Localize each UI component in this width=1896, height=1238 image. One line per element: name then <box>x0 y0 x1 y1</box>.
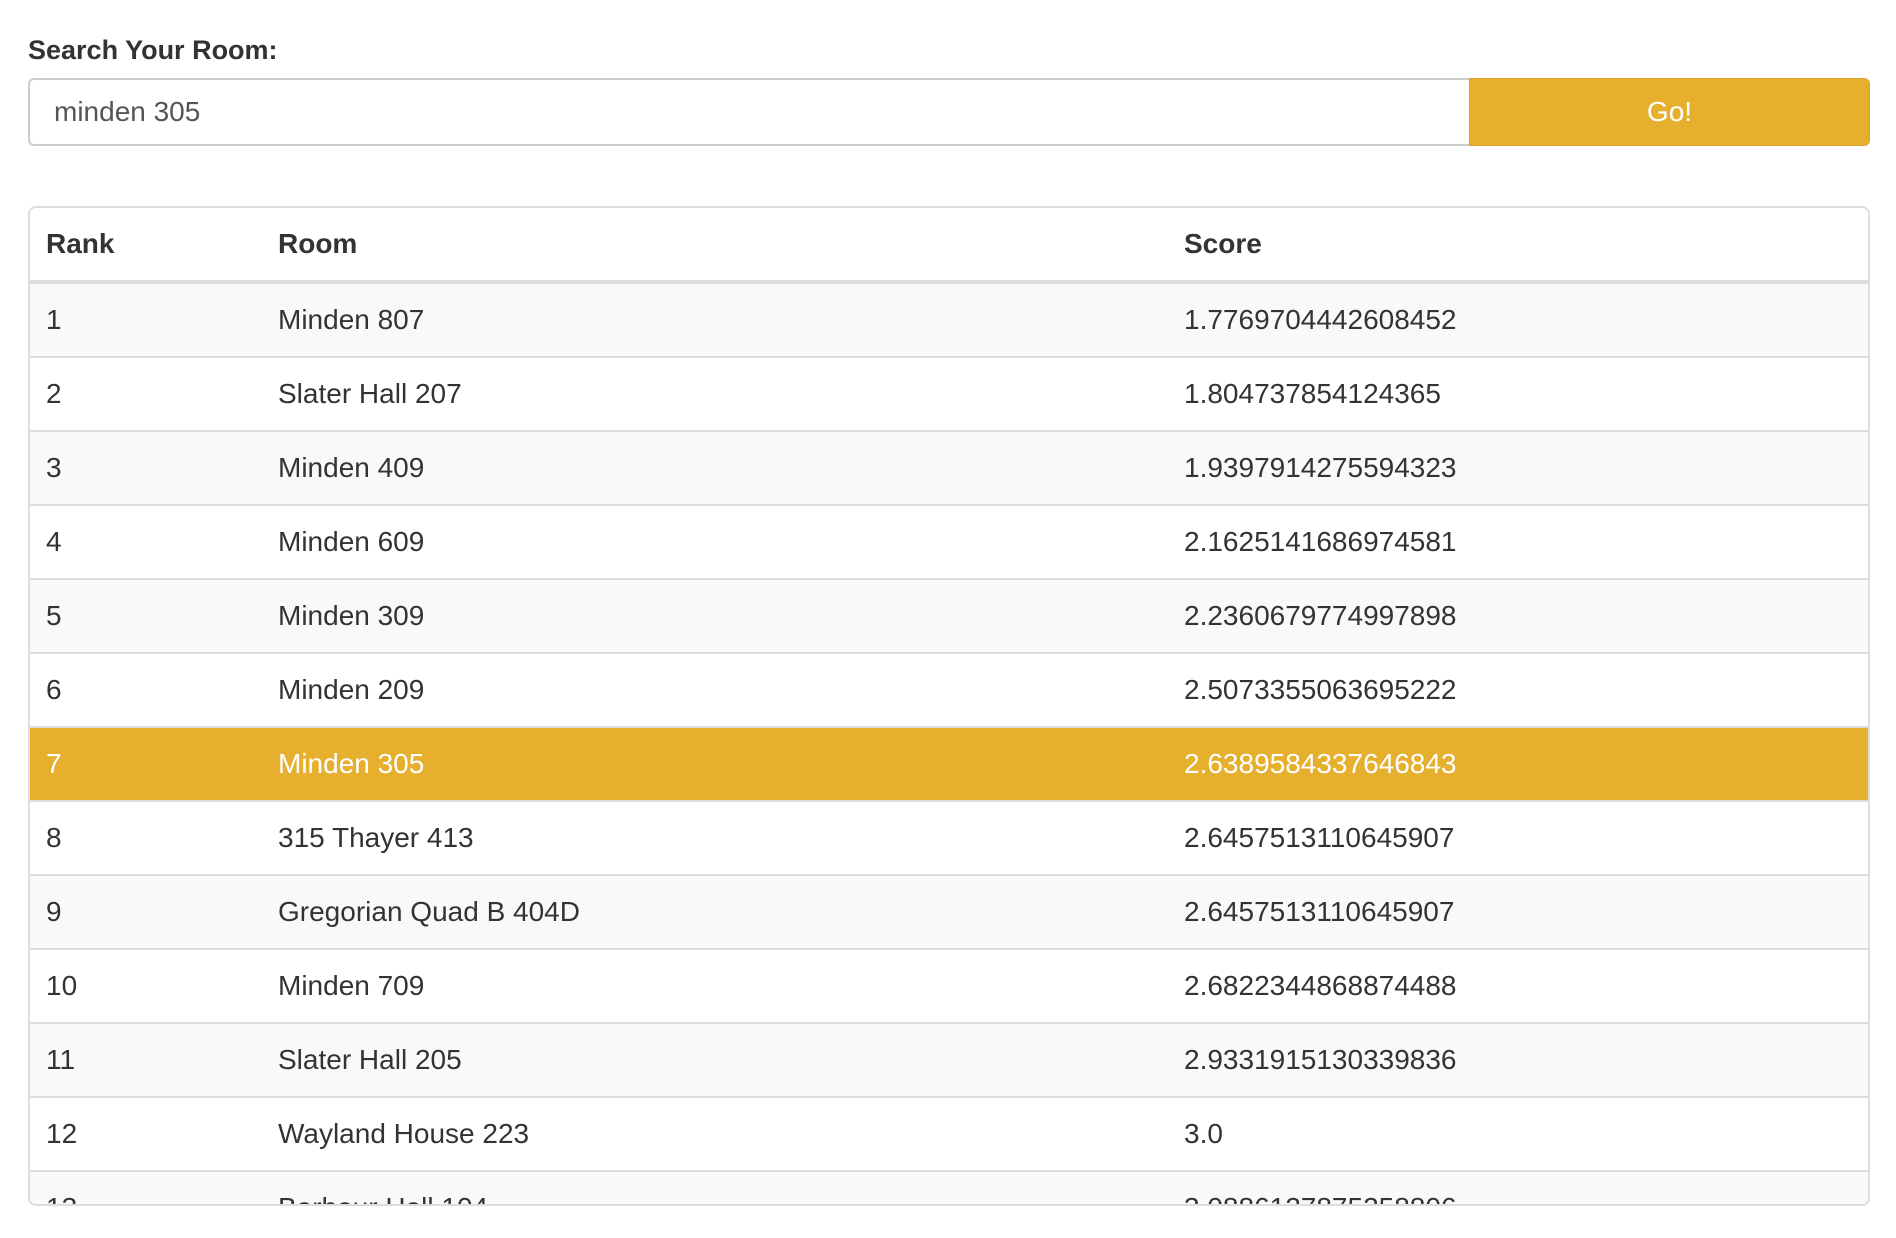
score-cell: 1.804737854124365 <box>1168 356 1868 431</box>
rank-cell: 12 <box>30 1096 262 1171</box>
results-table: Rank Room Score 1 Minden 807 1.77697044426… <box>30 208 1868 1204</box>
score-cell: 2.5073355063695222 <box>1168 652 1868 727</box>
table-row-highlighted[interactable]: 7 Minden 305 2.6389584337646843 <box>30 726 1868 801</box>
room-cell: Barbour Hall 104 <box>262 1170 1168 1204</box>
score-cell: 3.0 <box>1168 1096 1868 1171</box>
table-row[interactable]: 4 Minden 609 2.1625141686974581 <box>30 504 1868 579</box>
score-cell: 2.1625141686974581 <box>1168 504 1868 579</box>
table-row[interactable]: 5 Minden 309 2.2360679774997898 <box>30 578 1868 653</box>
room-cell: Gregorian Quad B 404D <box>262 874 1168 949</box>
table-row[interactable]: 12 Wayland House 223 3.0 <box>30 1096 1868 1171</box>
room-cell: Wayland House 223 <box>262 1096 1168 1171</box>
table-header-row: Rank Room Score <box>30 208 1868 284</box>
room-cell: Minden 807 <box>262 282 1168 357</box>
room-cell: Minden 309 <box>262 578 1168 653</box>
score-cell: 2.2360679774997898 <box>1168 578 1868 653</box>
table-row[interactable]: 1 Minden 807 1.7769704442608452 <box>30 282 1868 357</box>
rank-cell: 7 <box>30 726 262 801</box>
room-cell: Minden 709 <box>262 948 1168 1023</box>
table-row[interactable]: 11 Slater Hall 205 2.9331915130339836 <box>30 1022 1868 1097</box>
score-cell: 1.9397914275594323 <box>1168 430 1868 505</box>
table-row[interactable]: 10 Minden 709 2.6822344868874488 <box>30 948 1868 1023</box>
score-cell: 2.9331915130339836 <box>1168 1022 1868 1097</box>
table-body: 1 Minden 807 1.7769704442608452 2 Slater Ha… <box>30 282 1868 1204</box>
table-row[interactable]: 13Barbour Hall 1043.0886127875258806 <box>30 1170 1868 1204</box>
rank-cell: 11 <box>30 1022 262 1097</box>
room-cell: 315 Thayer 413 <box>262 800 1168 875</box>
score-cell: 1.7769704442608452 <box>1168 282 1868 357</box>
score-cell: 2.6822344868874488 <box>1168 948 1868 1023</box>
go-button[interactable]: Go! <box>1469 78 1870 146</box>
score-cell: 3.0886127875258806 <box>1168 1170 1868 1204</box>
table-row[interactable]: 6 Minden 209 2.5073355063695222 <box>30 652 1868 727</box>
column-header-score: Score <box>1168 208 1868 284</box>
table-row[interactable]: 3 Minden 409 1.9397914275594323 <box>30 430 1868 505</box>
table-row[interactable]: 9 Gregorian Quad B 404D 2.6457513110645907 <box>30 874 1868 949</box>
search-group: Go! <box>28 78 1870 146</box>
room-cell: Minden 409 <box>262 430 1168 505</box>
rank-cell: 2 <box>30 356 262 431</box>
rank-cell: 9 <box>30 874 262 949</box>
rank-cell: 5 <box>30 578 262 653</box>
room-cell: Slater Hall 205 <box>262 1022 1168 1097</box>
page: Search Your Room: Go! Rank Room Score 1M… <box>28 28 1870 1206</box>
room-cell: Minden 305 <box>262 726 1168 801</box>
rank-cell: 3 <box>30 430 262 505</box>
rank-cell: 8 <box>30 800 262 875</box>
score-cell: 2.6457513110645907 <box>1168 800 1868 875</box>
rank-cell: 10 <box>30 948 262 1023</box>
rank-cell: 1 <box>30 282 262 357</box>
search-input[interactable] <box>28 78 1469 146</box>
column-header-rank: Rank <box>30 208 262 284</box>
table-row[interactable]: 2 Slater Hall 207 1.804737854124365 <box>30 356 1868 431</box>
score-cell: 2.6457513110645907 <box>1168 874 1868 949</box>
search-label: Search Your Room: <box>28 35 278 65</box>
column-header-room: Room <box>262 208 1168 284</box>
results-table-panel[interactable]: Rank Room Score 1 Minden 807 1.77697044426… <box>28 206 1870 1206</box>
table-row[interactable]: 8 315 Thayer 413 2.6457513110645907 <box>30 800 1868 875</box>
rank-cell: 6 <box>30 652 262 727</box>
rank-cell: 4 <box>30 504 262 579</box>
rank-cell: 13 <box>30 1170 262 1204</box>
room-cell: Slater Hall 207 <box>262 356 1168 431</box>
score-cell: 2.6389584337646843 <box>1168 726 1868 801</box>
room-cell: Minden 609 <box>262 504 1168 579</box>
room-cell: Minden 209 <box>262 652 1168 727</box>
